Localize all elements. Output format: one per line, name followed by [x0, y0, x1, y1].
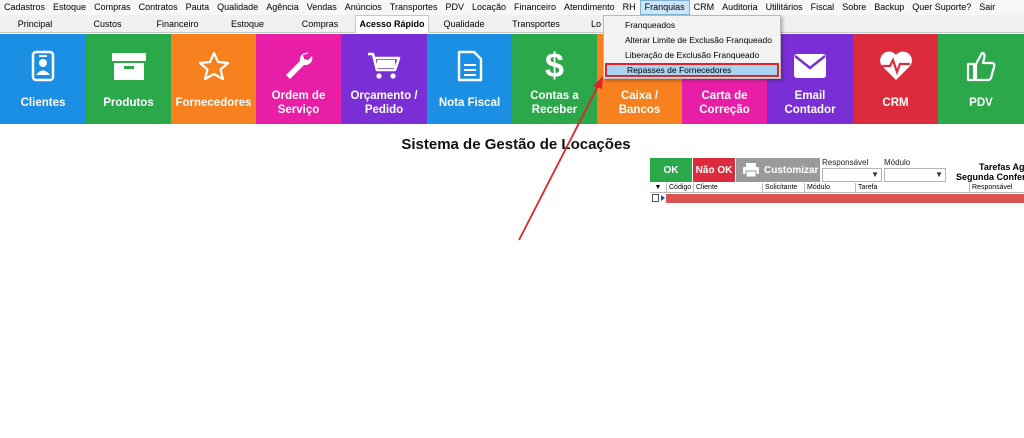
- tab-transportes[interactable]: Transportes: [499, 17, 573, 32]
- printer-icon: [742, 162, 760, 178]
- menu-transportes[interactable]: Transportes: [386, 0, 442, 15]
- row-pointer-icon: [661, 195, 665, 201]
- menu-auditoria[interactable]: Auditoria: [718, 0, 762, 15]
- tile-label: Contas a Receber: [530, 90, 579, 116]
- row-fill: [666, 194, 1024, 203]
- tile-label: Produtos: [103, 97, 154, 109]
- menu-franquias[interactable]: Franquias: [639, 0, 690, 15]
- star-icon: [171, 48, 256, 84]
- tarefas-line-2: Segunda Conferê: [956, 172, 1024, 182]
- tile-crm[interactable]: CRM: [853, 34, 938, 124]
- tile-label: PDV: [969, 97, 993, 109]
- menu-crm[interactable]: CRM: [690, 0, 719, 15]
- menu-compras[interactable]: Compras: [90, 0, 135, 15]
- tile-pdv[interactable]: PDV: [938, 34, 1024, 124]
- tile-label: CRM: [882, 97, 909, 109]
- col-codigo[interactable]: Código: [666, 183, 693, 193]
- menu-agencia[interactable]: Agência: [262, 0, 303, 15]
- tile-orcamento-pedido[interactable]: Orçamento / Pedido: [341, 34, 427, 124]
- menu-bar: Cadastros Estoque Compras Contratos Paut…: [0, 0, 1024, 15]
- tab-locacao[interactable]: Lo: [573, 17, 603, 32]
- menu-atendimento[interactable]: Atendimento: [560, 0, 619, 15]
- tile-label: Fornecedores: [175, 97, 252, 109]
- tab-estoque[interactable]: Estoque: [210, 17, 285, 32]
- tile-clientes[interactable]: Clientes: [0, 34, 86, 124]
- row-checkbox[interactable]: [652, 194, 659, 202]
- wrench-icon: [256, 48, 341, 84]
- table-row[interactable]: [650, 194, 1024, 203]
- menu-sobre[interactable]: Sobre: [838, 0, 870, 15]
- tab-compras[interactable]: Compras: [285, 17, 355, 32]
- menu-item-franqueados[interactable]: Franqueados: [605, 18, 779, 32]
- thumbs-up-icon: [938, 48, 1024, 84]
- tab-acesso-rapido[interactable]: Acesso Rápido: [355, 15, 429, 33]
- page-title: Sistema de Gestão de Locações: [401, 136, 631, 153]
- nao-ok-button[interactable]: Não OK: [693, 158, 735, 182]
- franquias-dropdown: Franqueados Alterar Limite de Exclusão F…: [603, 15, 781, 79]
- menu-estoque[interactable]: Estoque: [49, 0, 90, 15]
- quick-access-tiles: Clientes Produtos Fornecedores Ordem de …: [0, 34, 1024, 124]
- menu-quer-suporte[interactable]: Quer Suporte?: [908, 0, 975, 15]
- ok-button[interactable]: OK: [650, 158, 692, 182]
- col-cliente[interactable]: Cliente: [693, 183, 762, 193]
- tab-custos[interactable]: Custos: [70, 17, 145, 32]
- tarefas-heading: Tarefas Agu Segunda Conferê: [956, 162, 1024, 182]
- tile-ordem-servico[interactable]: Ordem de Serviço: [256, 34, 341, 124]
- tile-produtos[interactable]: Produtos: [86, 34, 171, 124]
- box-icon: [86, 48, 171, 84]
- menu-sair[interactable]: Sair: [975, 0, 999, 15]
- menu-fiscal[interactable]: Fiscal: [807, 0, 839, 15]
- menu-cadastros[interactable]: Cadastros: [0, 0, 49, 15]
- menu-utilitarios[interactable]: Utilitários: [762, 0, 807, 15]
- menu-financeiro[interactable]: Financeiro: [510, 0, 560, 15]
- tile-label: Caixa / Bancos: [618, 90, 661, 116]
- tile-nota-fiscal[interactable]: Nota Fiscal: [427, 34, 512, 124]
- id-badge-icon: [0, 48, 86, 84]
- menu-pauta[interactable]: Pauta: [182, 0, 214, 15]
- tab-financeiro[interactable]: Financeiro: [145, 17, 210, 32]
- responsavel-label: Responsável: [822, 158, 869, 167]
- tab-principal[interactable]: Principal: [0, 17, 70, 32]
- menu-anuncios[interactable]: Anúncios: [341, 0, 386, 15]
- tile-label: Ordem de Serviço: [271, 90, 326, 116]
- menu-contratos[interactable]: Contratos: [135, 0, 182, 15]
- customizar-label: Customizar: [764, 164, 819, 176]
- col-tarefa[interactable]: Tarefa: [855, 183, 969, 193]
- modulo-label: Módulo: [884, 158, 911, 167]
- tile-label: Clientes: [20, 97, 66, 109]
- responsavel-select[interactable]: ▼: [822, 168, 882, 182]
- menu-item-repasses-fornecedores[interactable]: Repasses de Fornecedores: [605, 63, 779, 77]
- menu-item-alterar-limite[interactable]: Alterar Limite de Exclusão Franqueado: [605, 33, 779, 47]
- menu-rh[interactable]: RH: [619, 0, 640, 15]
- col-solicitante[interactable]: Solicitante: [762, 183, 804, 193]
- menu-pdv[interactable]: PDV: [441, 0, 468, 15]
- modulo-select[interactable]: ▼: [884, 168, 946, 182]
- sort-icon[interactable]: ▼: [650, 183, 666, 193]
- tile-label: Orçamento / Pedido: [350, 90, 418, 116]
- menu-qualidade[interactable]: Qualidade: [213, 0, 262, 15]
- menu-backup[interactable]: Backup: [870, 0, 908, 15]
- tab-bar: Principal Custos Financeiro Estoque Comp…: [0, 15, 1024, 33]
- menu-vendas[interactable]: Vendas: [303, 0, 341, 15]
- tarefas-line-1: Tarefas Agu: [978, 162, 1024, 172]
- document-icon: [427, 48, 512, 84]
- customizar-button[interactable]: Customizar: [736, 158, 820, 182]
- dollar-icon: $: [545, 46, 564, 85]
- chevron-down-icon: ▼: [935, 170, 943, 179]
- tile-contas-receber[interactable]: $ Contas a Receber: [512, 34, 597, 124]
- col-responsavel[interactable]: Responsável: [969, 183, 1024, 193]
- tile-label: Email Contador: [784, 90, 836, 116]
- tile-label: Carta de Correção: [699, 90, 750, 116]
- tasks-grid-header: ▼ Código Cliente Solicitante Módulo Tare…: [650, 183, 1024, 193]
- heart-pulse-icon: [853, 48, 938, 84]
- cart-icon: [341, 48, 427, 84]
- chevron-down-icon: ▼: [871, 170, 879, 179]
- tile-label: Nota Fiscal: [438, 97, 501, 109]
- menu-item-liberacao-exclusao[interactable]: Liberação de Exclusão Franqueado: [605, 48, 779, 62]
- menu-locacao[interactable]: Locação: [468, 0, 510, 15]
- tile-fornecedores[interactable]: Fornecedores: [171, 34, 256, 124]
- tab-qualidade[interactable]: Qualidade: [429, 17, 499, 32]
- col-modulo[interactable]: Módulo: [804, 183, 855, 193]
